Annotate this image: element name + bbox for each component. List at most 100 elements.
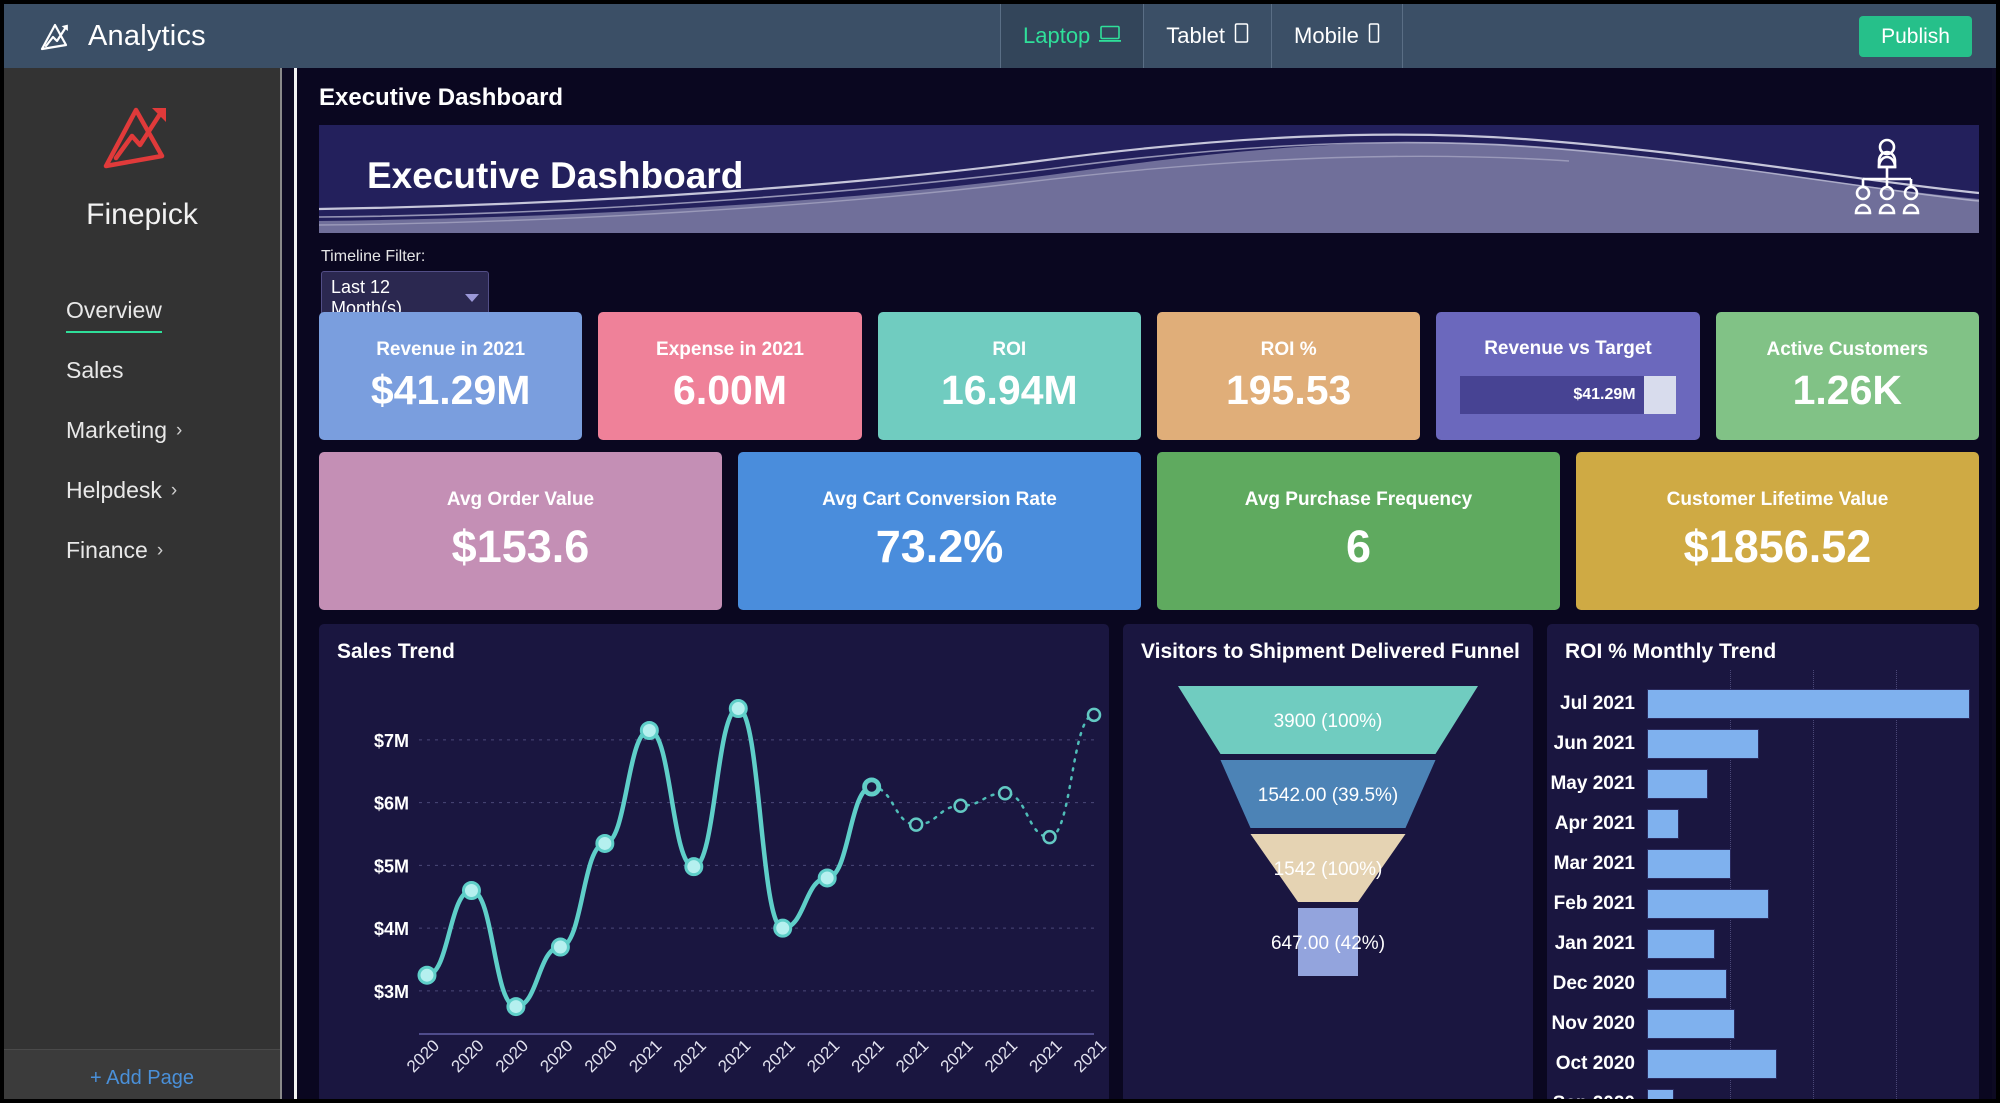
roi-bar-label: Jun 2021 [1553, 733, 1635, 754]
roi-bar-label: Nov 2020 [1551, 1013, 1635, 1034]
brand-title: Analytics [88, 19, 206, 52]
sidebar-item-finance[interactable]: Finance › [4, 520, 280, 580]
top-bar: Analytics Laptop Tablet Mobile Publish [4, 4, 1996, 68]
roi-bar-row[interactable]: Oct 2020 [1547, 1044, 1979, 1084]
kpi-card-label: Customer Lifetime Value [1666, 489, 1889, 510]
roi-chart-rows: Jul 2021 Jun 2021 May 2021 Apr 2021 Mar 2021… [1547, 684, 1979, 1099]
svg-text:2021: 2021 [625, 1036, 665, 1076]
svg-text:$6M: $6M [374, 794, 409, 814]
roi-bar[interactable] [1647, 969, 1727, 999]
sales-trend-chart: $3M$4M$5M$6M$7M2020 2020 2020 2020 2020 2021 2… [374, 699, 1109, 1076]
roi-bar-track [1647, 724, 1979, 764]
roi-bar-label: Jul 2021 [1560, 693, 1635, 714]
device-tab-laptop-label: Laptop [1023, 23, 1091, 48]
roi-bar[interactable] [1647, 689, 1970, 719]
panel-roi-monthly-trend: ROI % Monthly Trend Jul 2021 Jun 2021 May … [1547, 624, 1979, 1099]
svg-text:2020: 2020 [492, 1036, 532, 1076]
sidebar-item-helpdesk[interactable]: Helpdesk › [4, 460, 280, 520]
roi-bar[interactable] [1647, 929, 1715, 959]
kpi-card[interactable]: Expense in 2021 6.00M [598, 312, 862, 440]
funnel-segment-label: 647.00 (42%) [1271, 933, 1385, 954]
kpi-card-label: Avg Order Value [446, 489, 595, 510]
funnel-chart: 3900 (100%) 1542.00 (39.5%) 1542 (100%) 647… [1178, 686, 1478, 976]
sidebar-item-overview-label: Overview [66, 296, 162, 323]
roi-bar-track [1647, 1044, 1979, 1084]
funnel-segment-label: 3900 (100%) [1274, 711, 1383, 732]
roi-bar[interactable] [1647, 769, 1709, 799]
kpi-card[interactable]: Revenue in 2021 $41.29M [319, 312, 583, 440]
sidebar-item-helpdesk-label: Helpdesk [66, 476, 162, 503]
kpi-card[interactable]: Active Customers 1.26K [1715, 312, 1979, 440]
roi-bar-row[interactable]: Jul 2021 [1547, 684, 1979, 724]
roi-bar[interactable] [1647, 809, 1679, 839]
roi-bar-track [1647, 924, 1979, 964]
kpi-progress-track: $41.29M [1459, 376, 1677, 414]
sidebar-item-overview[interactable]: Overview [4, 280, 280, 340]
kpi-card[interactable]: ROI % 195.53 [1156, 312, 1421, 440]
kpi-row-secondary: Avg Order Value $153.6 Avg Cart Conversion… [319, 452, 1979, 610]
roi-bar[interactable] [1647, 1089, 1674, 1099]
roi-bar-row[interactable]: Nov 2020 [1547, 1004, 1979, 1044]
sidebar: Finepick Overview Sales Marketing › Help… [4, 68, 282, 1099]
chevron-right-icon: › [156, 539, 164, 561]
svg-text:2021: 2021 [759, 1036, 799, 1076]
laptop-icon [1099, 23, 1122, 49]
sidebar-item-finance-label: Finance [66, 536, 148, 563]
kpi-card[interactable]: Avg Purchase Frequency 6 [1157, 452, 1560, 610]
kpi-card[interactable]: Customer Lifetime Value $1856.52 [1576, 452, 1979, 610]
svg-text:$5M: $5M [374, 856, 409, 876]
roi-bar-row[interactable]: May 2021 [1547, 764, 1979, 804]
roi-bar-label: May 2021 [1550, 773, 1635, 794]
svg-text:$4M: $4M [374, 919, 409, 939]
roi-bar-label: Dec 2020 [1552, 973, 1635, 994]
publish-button[interactable]: Publish [1859, 16, 1972, 57]
kpi-card-label: Revenue vs Target [1484, 338, 1652, 359]
kpi-card-label: Expense in 2021 [656, 338, 804, 360]
device-tab-laptop[interactable]: Laptop [1000, 4, 1145, 68]
kpi-card-value: $153.6 [451, 521, 590, 572]
timeline-filter-label: Timeline Filter: [321, 248, 426, 265]
kpi-card-label: Avg Purchase Frequency [1244, 489, 1473, 510]
roi-bar-row[interactable]: Feb 2021 [1547, 884, 1979, 924]
roi-bar-row[interactable]: Apr 2021 [1547, 804, 1979, 844]
roi-bar[interactable] [1647, 889, 1770, 919]
kpi-card-value: 16.94M [940, 366, 1078, 413]
roi-bar-row[interactable]: Sep 2020 [1547, 1084, 1979, 1099]
svg-text:2021: 2021 [1026, 1036, 1066, 1076]
roi-bar-row[interactable]: Jan 2021 [1547, 924, 1979, 964]
sidebar-item-marketing[interactable]: Marketing › [4, 400, 280, 460]
device-tab-tablet[interactable]: Tablet [1144, 4, 1273, 68]
chevron-down-icon [465, 294, 479, 302]
kpi-card[interactable]: Revenue vs Target $41.29M [1436, 312, 1700, 440]
device-tab-tablet-label: Tablet [1166, 23, 1226, 48]
device-tab-mobile[interactable]: Mobile [1272, 4, 1403, 68]
roi-bar-label: Jan 2021 [1554, 933, 1635, 954]
workspace-name: Finepick [86, 198, 198, 231]
svg-text:2020: 2020 [447, 1036, 487, 1076]
tablet-icon [1234, 23, 1249, 49]
roi-bar[interactable] [1647, 729, 1759, 759]
roi-bar[interactable] [1647, 1049, 1778, 1079]
svg-text:$3M: $3M [374, 982, 409, 1002]
svg-text:2021: 2021 [848, 1036, 888, 1076]
roi-bar-track [1647, 964, 1979, 1004]
roi-bar[interactable] [1647, 1009, 1735, 1039]
roi-bar-row[interactable]: Mar 2021 [1547, 844, 1979, 884]
roi-bar-label: Feb 2021 [1553, 893, 1635, 914]
roi-bar-track [1647, 684, 1979, 724]
kpi-card[interactable]: ROI 16.94M [877, 312, 1141, 440]
kpi-card[interactable]: Avg Order Value $153.6 [319, 452, 722, 610]
roi-bar-track [1647, 884, 1979, 924]
kpi-card[interactable]: Avg Cart Conversion Rate 73.2% [738, 452, 1141, 610]
roi-bar[interactable] [1647, 849, 1731, 879]
sidebar-item-marketing-label: Marketing [66, 416, 167, 443]
roi-bar-track [1647, 1004, 1979, 1044]
dashboard-banner: Executive Dashboard [319, 125, 1979, 233]
roi-bar-row[interactable]: Jun 2021 [1547, 724, 1979, 764]
add-page-button[interactable]: + Add Page [4, 1049, 280, 1099]
roi-bar-row[interactable]: Dec 2020 [1547, 964, 1979, 1004]
sidebar-item-sales[interactable]: Sales [4, 340, 280, 400]
panel-roi-title: ROI % Monthly Trend [1565, 640, 1777, 663]
svg-text:2021: 2021 [892, 1036, 932, 1076]
dashboard-canvas-inner: Executive Dashboard Executive Dashboard [294, 68, 1992, 1099]
